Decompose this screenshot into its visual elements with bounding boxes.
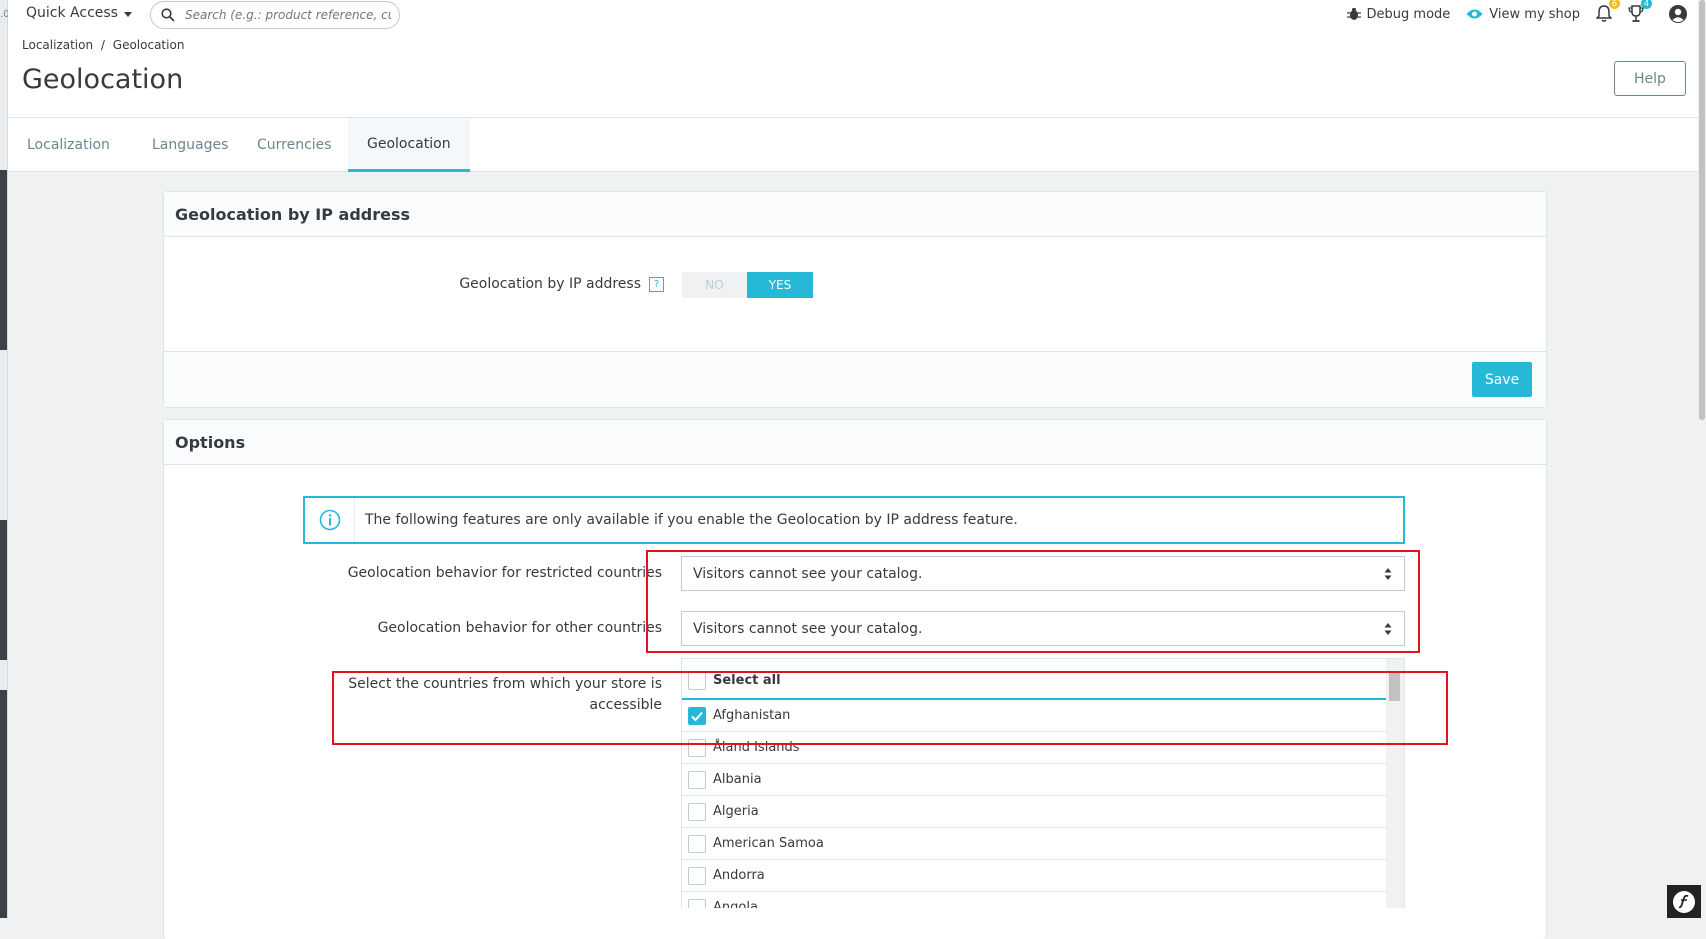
country-checkbox[interactable] (688, 866, 706, 885)
country-row[interactable]: American Samoa (682, 828, 1388, 860)
country-row[interactable]: Albania (682, 764, 1388, 796)
breadcrumb-separator: / (100, 38, 105, 52)
page-title: Geolocation (22, 64, 184, 95)
geolocation-card-footer: Save (164, 351, 1546, 407)
country-row[interactable]: Andorra (682, 860, 1388, 892)
view-shop-link[interactable]: View my shop (1466, 7, 1580, 22)
info-alert: The following features are only availabl… (303, 496, 1405, 544)
debug-mode-label: Debug mode (1366, 6, 1451, 22)
view-shop-label: View my shop (1489, 6, 1580, 22)
top-right-actions: Debug mode View my shop 6 4 (1346, 0, 1698, 25)
country-checkbox[interactable] (688, 898, 706, 908)
switch-no-option[interactable]: NO (682, 272, 747, 298)
trophy-badge: 4 (1640, 0, 1652, 9)
tab-bar: Localization Languages Currencies Geoloc… (8, 118, 1698, 172)
left-sidebar-edge (0, 0, 8, 918)
symfony-toolbar-button[interactable] (1667, 885, 1701, 918)
country-row[interactable]: Algeria (682, 796, 1388, 828)
tab-geolocation[interactable]: Geolocation (348, 118, 470, 172)
country-checkbox[interactable] (688, 802, 706, 821)
page-header: Localization / Geolocation Geolocation H… (8, 30, 1698, 118)
geolocation-card-title: Geolocation by IP address (164, 192, 1546, 237)
trophy-icon (1628, 5, 1644, 22)
country-name: Albania (713, 772, 762, 787)
breadcrumb: Localization / Geolocation (22, 38, 184, 52)
bell-icon (1596, 5, 1612, 22)
search-bar[interactable] (150, 1, 400, 29)
options-card-title: Options (164, 420, 1546, 465)
user-account-button[interactable] (1668, 4, 1688, 24)
quick-access-label: Quick Access (26, 5, 118, 21)
sidebar-segment (0, 170, 7, 350)
sidebar-segment (0, 690, 7, 918)
tab-localization[interactable]: Localization (8, 118, 129, 172)
sidebar-segment (0, 520, 7, 660)
country-checkbox[interactable] (688, 834, 706, 853)
country-name: Andorra (713, 868, 765, 883)
other-countries-label: Geolocation behavior for other countries (377, 620, 662, 636)
caret-down-icon (123, 11, 132, 17)
geolocation-card: Geolocation by IP address Geolocation by… (163, 191, 1547, 408)
info-icon (319, 509, 340, 531)
quick-access-dropdown[interactable]: Quick Access (26, 5, 132, 21)
debug-mode-link[interactable]: Debug mode (1346, 6, 1451, 22)
annotation-box (332, 671, 1448, 745)
country-name: American Samoa (713, 836, 824, 851)
search-input[interactable] (183, 7, 393, 23)
top-bar: Quick Access Debug mode View my shop (8, 0, 1698, 30)
bug-icon (1346, 8, 1361, 20)
search-icon (161, 8, 175, 22)
geolocation-switch[interactable]: NO YES (682, 272, 813, 298)
help-button[interactable]: Help (1614, 61, 1686, 96)
page-scrollbar[interactable] (1698, 0, 1706, 918)
switch-yes-option[interactable]: YES (747, 272, 813, 298)
info-icon-wrapper (305, 498, 355, 542)
notifications-badge: 6 (1608, 0, 1620, 9)
geolocation-field-label-text: Geolocation by IP address (459, 276, 641, 292)
geolocation-field-label: Geolocation by IP address? (364, 276, 664, 292)
country-checkbox[interactable] (688, 770, 706, 789)
eye-icon (1466, 9, 1483, 19)
tab-languages[interactable]: Languages (133, 118, 247, 172)
notifications-button[interactable]: 6 (1596, 0, 1620, 23)
breadcrumb-item[interactable]: Localization (22, 38, 93, 52)
symfony-icon (1673, 890, 1695, 913)
annotation-box (646, 550, 1420, 653)
country-row[interactable]: Angola (682, 892, 1388, 908)
help-icon[interactable]: ? (649, 276, 664, 292)
breadcrumb-item: Geolocation (112, 38, 185, 52)
country-name: Angola (713, 900, 758, 908)
restricted-countries-label: Geolocation behavior for restricted coun… (347, 565, 662, 581)
trophy-button[interactable]: 4 (1628, 0, 1652, 23)
info-alert-text: The following features are only availabl… (365, 512, 1018, 528)
country-name: Algeria (713, 804, 759, 819)
save-button[interactable]: Save (1472, 362, 1532, 397)
tab-currencies[interactable]: Currencies (238, 118, 351, 172)
user-icon (1669, 5, 1687, 23)
page-scrollbar-thumb[interactable] (1699, 0, 1705, 420)
